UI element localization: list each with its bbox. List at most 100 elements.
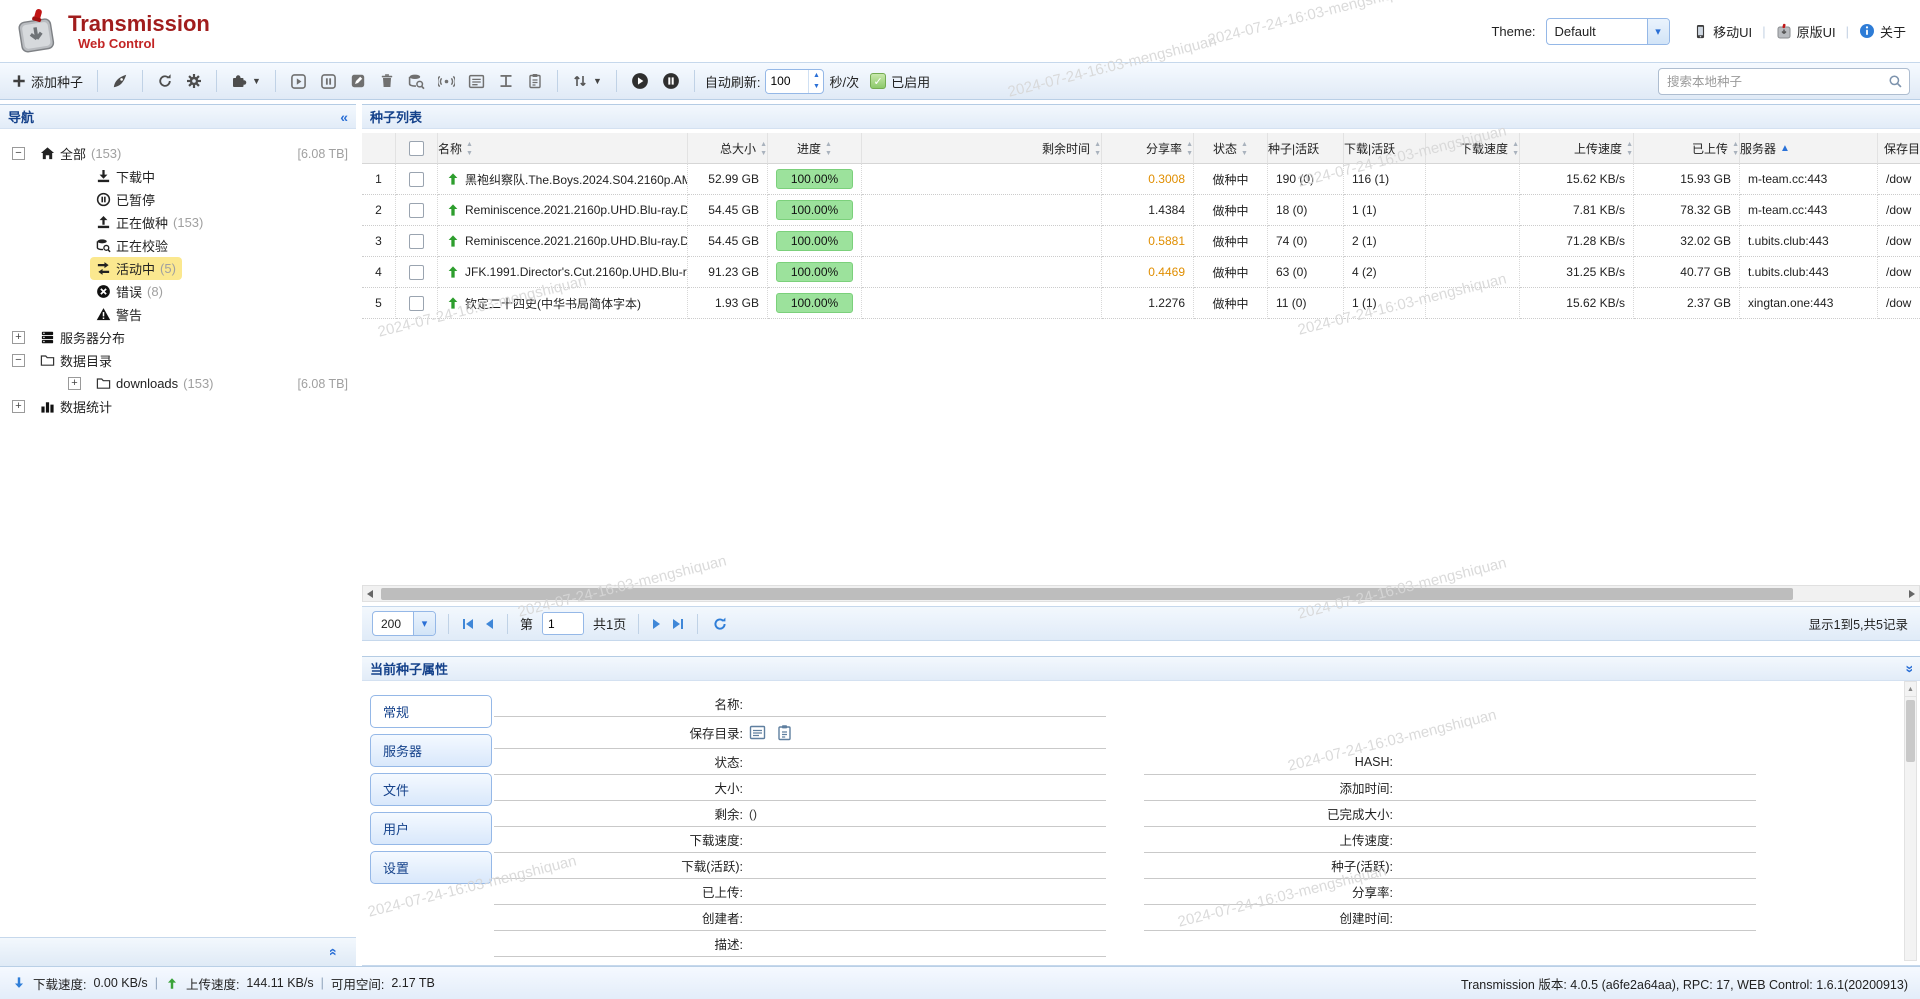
tab-general[interactable]: 常规 <box>370 695 492 728</box>
row-checkbox[interactable] <box>409 203 424 218</box>
cell-check[interactable] <box>396 195 438 226</box>
tab-servers[interactable]: 服务器 <box>370 734 492 767</box>
tab-settings[interactable]: 设置 <box>370 851 492 884</box>
column-header-up_speed[interactable]: 上传速度 <box>1520 133 1634 164</box>
sidebar-item-server-tracker[interactable]: + 服务器分布 <box>0 326 356 349</box>
select-all-checkbox[interactable] <box>409 141 424 156</box>
tree-expander-icon[interactable]: − <box>12 147 25 160</box>
column-header-seeds[interactable]: 种子|活跃 <box>1268 133 1344 164</box>
remove-torrent-button[interactable] <box>375 70 399 92</box>
paste-icon[interactable] <box>776 724 793 741</box>
vertical-scroll-thumb[interactable] <box>1906 700 1915 762</box>
pause-torrent-button[interactable] <box>316 70 341 93</box>
column-header-ratio[interactable]: 分享率 <box>1102 133 1194 164</box>
search-icon[interactable] <box>1888 74 1903 89</box>
tab-files[interactable]: 文件 <box>370 773 492 806</box>
sidebar-item-seeding[interactable]: 正在做种(153) <box>0 211 356 234</box>
column-header-dl_speed[interactable]: 下载速度 <box>1426 133 1520 164</box>
scroll-right-icon[interactable] <box>1909 590 1915 598</box>
horizontal-scrollbar[interactable] <box>362 585 1920 602</box>
row-checkbox[interactable] <box>409 234 424 249</box>
queue-button[interactable] <box>494 70 518 92</box>
tree-node-body[interactable]: downloads(153) <box>90 374 220 393</box>
page-size-select[interactable]: 200 <box>372 611 436 636</box>
prev-page-button[interactable] <box>484 617 495 631</box>
sidebar-item-paused[interactable]: 已暂停 <box>0 188 356 211</box>
column-header-peers[interactable]: 下载|活跃 <box>1344 133 1426 164</box>
plugins-button[interactable]: ▼ <box>227 70 265 92</box>
about-link[interactable]: 关于 <box>1859 22 1906 41</box>
column-header-progress[interactable]: 进度 <box>768 133 862 164</box>
folder-list-icon[interactable] <box>749 724 766 741</box>
collapse-left-icon[interactable]: « <box>340 109 348 125</box>
horizontal-scroll-thumb[interactable] <box>381 588 1793 600</box>
tree-expander-icon[interactable]: + <box>12 331 25 344</box>
refresh-page-button[interactable] <box>710 614 730 634</box>
theme-select[interactable]: Default <box>1546 18 1670 45</box>
tree-node-body[interactable]: 错误(8) <box>90 280 169 303</box>
tree-expander-icon[interactable]: − <box>12 354 25 367</box>
tree-expander-icon[interactable]: + <box>68 377 81 390</box>
copy-button[interactable] <box>523 70 547 92</box>
table-row[interactable]: 4JFK.1991.Director's.Cut.2160p.UHD.Blu-r… <box>362 257 1920 288</box>
edit-torrent-button[interactable] <box>346 70 370 92</box>
search-input[interactable] <box>1659 75 1888 89</box>
header-select-all[interactable] <box>396 133 438 164</box>
tree-node-body[interactable]: 服务器分布 <box>34 326 131 349</box>
scroll-left-icon[interactable] <box>367 590 373 598</box>
vertical-scrollbar[interactable] <box>1904 681 1917 961</box>
scroll-up-icon[interactable] <box>1905 682 1916 697</box>
start-torrent-button[interactable] <box>286 70 311 93</box>
cell-check[interactable] <box>396 164 438 195</box>
collapse-up-icon[interactable]: « <box>326 948 342 956</box>
original-ui-link[interactable]: 原版UI <box>1776 22 1836 41</box>
column-header-uploaded[interactable]: 已上传 <box>1634 133 1740 164</box>
column-header-size[interactable]: 总大小 <box>688 133 768 164</box>
column-header-num[interactable] <box>362 133 396 164</box>
tree-node-body[interactable]: 下载中 <box>90 165 161 188</box>
collapse-down-icon[interactable]: « <box>1900 665 1916 673</box>
tree-expander-icon[interactable]: + <box>12 400 25 413</box>
start-all-button[interactable] <box>627 69 653 93</box>
pause-all-button[interactable] <box>658 69 684 93</box>
sidebar-item-all[interactable]: −全部(153)[6.08 TB] <box>0 142 356 165</box>
sidebar-item-downloads[interactable]: +downloads(153)[6.08 TB] <box>0 372 356 395</box>
sidebar-item-downloading[interactable]: 下载中 <box>0 165 356 188</box>
detail-button[interactable] <box>464 70 489 93</box>
row-checkbox[interactable] <box>409 172 424 187</box>
spinner-down-icon[interactable] <box>809 81 823 93</box>
first-page-button[interactable] <box>461 617 475 631</box>
auto-refresh-input[interactable] <box>766 70 808 93</box>
add-url-button[interactable] <box>108 70 132 92</box>
sidebar-item-error[interactable]: 错误(8) <box>0 280 356 303</box>
add-torrent-button[interactable]: 添加种子 <box>8 69 87 94</box>
tree-node-body[interactable]: 正在校验 <box>90 234 174 257</box>
cell-check[interactable] <box>396 257 438 288</box>
tree-node-body[interactable]: 已暂停 <box>90 188 161 211</box>
cell-check[interactable] <box>396 226 438 257</box>
tree-node-body[interactable]: 数据统计 <box>34 395 118 418</box>
table-row[interactable]: 3Reminiscence.2021.2160p.UHD.Blu-ray.DoV… <box>362 226 1920 257</box>
column-header-name[interactable]: 名称 <box>438 133 688 164</box>
column-header-eta[interactable]: 剩余时间 <box>862 133 1102 164</box>
settings-button[interactable] <box>182 70 206 92</box>
table-row[interactable]: 5钦定二十四史(中华书局简体字本)1.93 GB100.00%1.2276做种中… <box>362 288 1920 319</box>
next-page-button[interactable] <box>651 617 662 631</box>
tree-node-body[interactable]: 正在做种(153) <box>90 211 209 234</box>
cell-check[interactable] <box>396 288 438 319</box>
recheck-button[interactable] <box>404 70 429 93</box>
column-header-tracker[interactable]: 服务器 <box>1740 133 1878 164</box>
tree-node-body[interactable]: 数据目录 <box>34 349 118 372</box>
announce-button[interactable] <box>434 70 459 93</box>
sort-button[interactable]: ▼ <box>568 70 606 92</box>
column-header-save_dir[interactable]: 保存目录 <box>1878 133 1920 164</box>
reload-button[interactable] <box>153 70 177 92</box>
tree-node-body[interactable]: 全部(153) <box>34 142 127 165</box>
table-row[interactable]: 2Reminiscence.2021.2160p.UHD.Blu-ray.DoV… <box>362 195 1920 226</box>
sidebar-item-active[interactable]: 活动中(5) <box>0 257 356 280</box>
page-number-input[interactable] <box>542 612 584 635</box>
mobile-ui-link[interactable]: 移动UI <box>1693 22 1752 41</box>
tab-users[interactable]: 用户 <box>370 812 492 845</box>
tree-node-body[interactable]: 警告 <box>90 303 148 326</box>
column-header-status[interactable]: 状态 <box>1194 133 1268 164</box>
